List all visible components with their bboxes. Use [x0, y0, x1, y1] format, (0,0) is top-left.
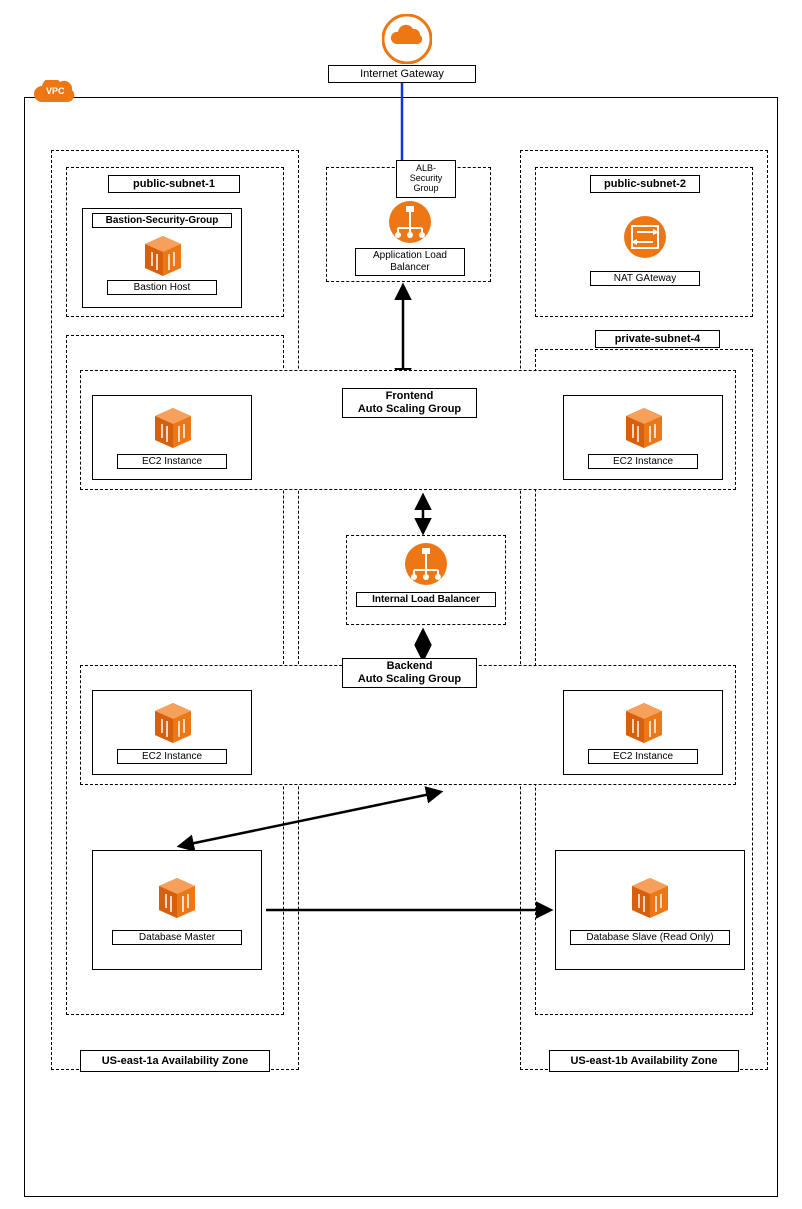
- frontend-ec2-left-label: EC2 Instance: [117, 454, 227, 469]
- nat-gateway-label: NAT GAteway: [590, 271, 700, 286]
- connector-dbmaster-dbslave: [262, 905, 558, 915]
- frontend-ec2-right: EC2 Instance: [563, 395, 723, 480]
- ec2-icon: [157, 876, 197, 920]
- bastion-sg-label: Bastion-Security-Group: [92, 213, 232, 228]
- application-load-balancer: Application Load Balancer: [370, 200, 450, 276]
- vpc-badge-label: VPC: [46, 86, 65, 96]
- alb-icon: [388, 200, 432, 244]
- backend-ec2-left-label: EC2 Instance: [117, 749, 227, 764]
- vpc-badge: VPC: [34, 80, 80, 108]
- alb-label: Application Load Balancer: [355, 248, 465, 276]
- backend-ec2-right: EC2 Instance: [563, 690, 723, 775]
- az-1b-label: US-east-1b Availability Zone: [549, 1050, 739, 1072]
- db-master: Database Master: [92, 850, 262, 970]
- ec2-icon: [153, 406, 191, 448]
- backend-ec2-left: EC2 Instance: [92, 690, 252, 775]
- ec2-icon: [624, 701, 662, 743]
- frontend-ec2-right-label: EC2 Instance: [588, 454, 698, 469]
- internet-gateway: [367, 14, 447, 64]
- ec2-icon: [624, 406, 662, 448]
- public-subnet-2-label: public-subnet-2: [590, 175, 700, 193]
- db-slave: Database Slave (Read Only): [555, 850, 745, 970]
- nat-gateway: NAT GAteway: [600, 215, 690, 286]
- bastion-security-group: Bastion-Security-Group Bastion Host: [82, 208, 242, 308]
- ec2-icon: [630, 876, 670, 920]
- public-subnet-1-label: public-subnet-1: [108, 175, 240, 193]
- connector-frontend-ilb: [418, 490, 428, 538]
- ec2-icon: [143, 234, 181, 276]
- frontend-ec2-left: EC2 Instance: [92, 395, 252, 480]
- ec2-icon: [153, 701, 191, 743]
- backend-ec2-right-label: EC2 Instance: [588, 749, 698, 764]
- backend-asg-label: Backend Auto Scaling Group: [342, 658, 477, 688]
- db-slave-label: Database Slave (Read Only): [570, 930, 730, 945]
- bastion-host-label: Bastion Host: [107, 280, 217, 295]
- db-master-label: Database Master: [112, 930, 242, 945]
- cloud-icon: [382, 14, 432, 64]
- internal-lb-label: Internal Load Balancer: [356, 592, 496, 607]
- alb-icon: [404, 542, 448, 586]
- az-1a-label: US-east-1a Availability Zone: [80, 1050, 270, 1072]
- private-subnet-4-label: private-subnet-4: [595, 330, 720, 348]
- connector-backend-dbmaster: [170, 786, 450, 856]
- alb-sg-label: ALB- Security Group: [396, 160, 456, 198]
- frontend-asg-label: Frontend Auto Scaling Group: [342, 388, 477, 418]
- nat-icon: [623, 215, 667, 259]
- internet-gateway-label: Internet Gateway: [328, 65, 476, 83]
- internal-lb: Internal Load Balancer: [346, 535, 506, 625]
